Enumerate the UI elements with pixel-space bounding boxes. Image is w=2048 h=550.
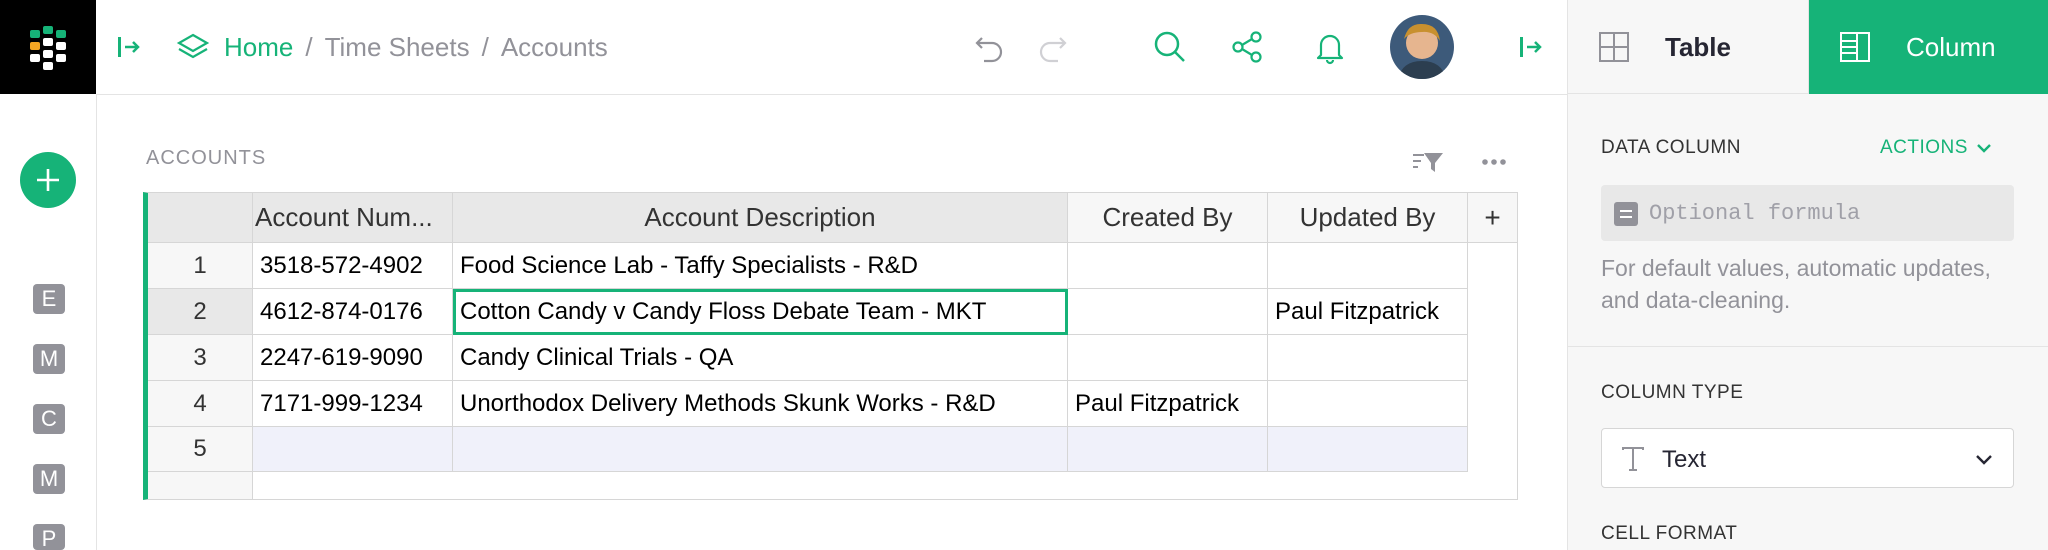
new-row-number[interactable]: 5 [148, 427, 253, 472]
table-icon [1599, 32, 1629, 62]
redo-icon[interactable] [1034, 28, 1072, 66]
tab-table[interactable]: Table [1568, 0, 1809, 94]
cell-updated-by[interactable] [1268, 335, 1468, 381]
cell-account-description[interactable]: Unorthodox Delivery Methods Skunk Works … [453, 381, 1068, 427]
cell-account-description[interactable]: Food Science Lab - Taffy Specialists - R… [453, 243, 1068, 289]
section-title: ACCOUNTS [146, 147, 267, 169]
cell-created-by[interactable] [1068, 335, 1268, 381]
cell-created-by[interactable] [1068, 289, 1268, 335]
left-panel: E M C M P [0, 94, 97, 550]
formula-field[interactable]: Optional formula [1601, 185, 2014, 241]
right-panel: Table Column DATA COLUMN ACTIONS Optiona… [1567, 0, 2048, 550]
data-column-label: DATA COLUMN [1601, 137, 1741, 158]
tab-column[interactable]: Column [1809, 0, 2048, 94]
add-new-button[interactable] [20, 152, 76, 208]
breadcrumb-separator: / [481, 31, 489, 62]
tab-table-label: Table [1665, 32, 1731, 62]
cell-account-num[interactable]: 2247-619-9090 [253, 335, 453, 381]
page-item-p[interactable]: P [33, 524, 65, 550]
formula-placeholder: Optional formula [1649, 201, 1861, 226]
cell-account-num[interactable]: 3518-572-4902 [253, 243, 453, 289]
user-avatar[interactable] [1390, 15, 1454, 79]
actions-menu[interactable]: ACTIONS [1880, 137, 1992, 159]
cell-account-num[interactable]: 7171-999-1234 [253, 381, 453, 427]
formula-icon [1614, 202, 1638, 226]
column-header-account-description[interactable]: Account Description [453, 193, 1068, 243]
column-type-value: Text [1662, 446, 1707, 473]
cell-created-by[interactable]: Paul Fitzpatrick [1068, 381, 1268, 427]
share-icon[interactable] [1227, 27, 1267, 67]
plus-icon [37, 169, 59, 191]
column-header-created-by[interactable]: Created By [1068, 193, 1268, 243]
breadcrumb-home[interactable]: Home [224, 32, 293, 63]
cell-account-description[interactable]: Candy Clinical Trials - QA [453, 335, 1068, 381]
data-grid: Account Num... Account Description Creat… [143, 192, 1518, 500]
row-number[interactable]: 3 [148, 335, 253, 381]
column-type-select[interactable]: Text [1601, 428, 2014, 488]
breadcrumb-separator: / [305, 31, 313, 62]
grid-corner[interactable] [148, 193, 253, 243]
collapse-left-panel-icon[interactable] [114, 30, 144, 64]
row-number[interactable]: 4 [148, 381, 253, 427]
page-item-m[interactable]: M [33, 344, 65, 374]
cell-updated-by[interactable]: Paul Fitzpatrick [1268, 289, 1468, 335]
search-icon[interactable] [1150, 27, 1190, 67]
column-type-label: COLUMN TYPE [1601, 382, 1744, 403]
tab-column-label: Column [1906, 32, 1996, 62]
sort-filter-icon[interactable] [1410, 145, 1446, 179]
page-item-m[interactable]: M [33, 464, 65, 494]
cell-updated-by[interactable] [1268, 243, 1468, 289]
formula-hint: For default values, automatic updates, a… [1601, 255, 1991, 313]
top-bar: Home / Time Sheets / Accounts [96, 0, 1567, 95]
breadcrumb: Home / Time Sheets / Accounts [176, 0, 608, 94]
breadcrumb-doc[interactable]: Time Sheets [325, 32, 470, 63]
text-type-icon [1622, 447, 1644, 471]
chevron-down-icon [1976, 455, 1992, 465]
cell-updated-by[interactable] [1268, 381, 1468, 427]
cell-account-num[interactable]: 4612-874-0176 [253, 289, 453, 335]
divider [1568, 346, 2048, 347]
actions-label: ACTIONS [1880, 137, 1968, 158]
new-row-cell[interactable] [1068, 427, 1268, 472]
page-item-e[interactable]: E [33, 284, 65, 314]
column-icon [1840, 32, 1870, 62]
chevron-down-icon [1977, 144, 1991, 153]
new-row-cell[interactable] [1268, 427, 1468, 472]
row-number[interactable]: 2 [148, 289, 253, 335]
breadcrumb-page[interactable]: Accounts [501, 32, 608, 63]
layers-icon [176, 33, 210, 59]
collapse-right-panel-icon[interactable] [1516, 30, 1546, 64]
cell-created-by[interactable] [1068, 243, 1268, 289]
page-item-c[interactable]: C [33, 404, 65, 434]
bell-icon[interactable] [1310, 27, 1350, 67]
undo-icon[interactable] [970, 28, 1008, 66]
new-row-cell[interactable] [253, 427, 453, 472]
more-options-icon[interactable] [1478, 147, 1514, 177]
grid-filler [148, 472, 253, 499]
grist-logo-icon [30, 26, 66, 70]
row-number[interactable]: 1 [148, 243, 253, 289]
add-column-button[interactable]: + [1468, 193, 1518, 243]
cell-format-label: CELL FORMAT [1601, 523, 1738, 544]
new-row-cell[interactable] [453, 427, 1068, 472]
column-header-account-num[interactable]: Account Num... [253, 193, 453, 243]
app: Home / Time Sheets / Accounts E M C M P … [0, 0, 2048, 550]
app-logo[interactable] [0, 0, 96, 94]
cell-account-description-selected[interactable]: Cotton Candy v Candy Floss Debate Team -… [453, 289, 1068, 335]
column-header-updated-by[interactable]: Updated By [1268, 193, 1468, 243]
